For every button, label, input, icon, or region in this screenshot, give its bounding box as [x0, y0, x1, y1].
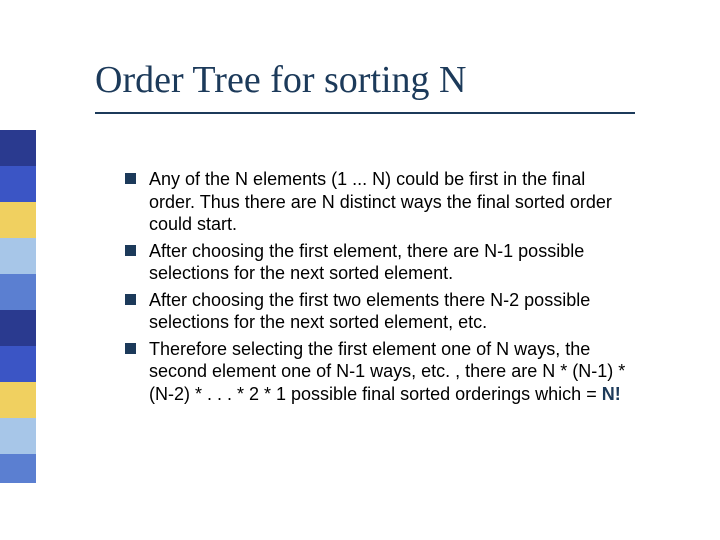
square-bullet-icon — [125, 294, 136, 305]
sidebar-block — [0, 166, 36, 202]
list-item: Any of the N elements (1 ... N) could be… — [125, 168, 635, 236]
list-item: After choosing the first two elements th… — [125, 289, 635, 334]
slide-title: Order Tree for sorting N — [95, 58, 467, 102]
square-bullet-icon — [125, 245, 136, 256]
sidebar-block — [0, 382, 36, 418]
list-item-text: Therefore selecting the first element on… — [149, 339, 625, 404]
sidebar-decoration — [0, 130, 36, 483]
square-bullet-icon — [125, 343, 136, 354]
list-item-text: Any of the N elements (1 ... N) could be… — [149, 169, 612, 234]
square-bullet-icon — [125, 173, 136, 184]
list-item: After choosing the first element, there … — [125, 240, 635, 285]
list-item: Therefore selecting the first element on… — [125, 338, 635, 406]
highlight-text: N! — [602, 384, 621, 404]
slide: Order Tree for sorting N Any of the N el… — [0, 0, 720, 540]
sidebar-block — [0, 130, 36, 166]
sidebar-block — [0, 310, 36, 346]
sidebar-block — [0, 238, 36, 274]
sidebar-block — [0, 346, 36, 382]
sidebar-block — [0, 202, 36, 238]
bullet-list: Any of the N elements (1 ... N) could be… — [125, 168, 635, 405]
title-underline — [95, 112, 635, 114]
list-item-text: After choosing the first element, there … — [149, 241, 584, 284]
sidebar-block — [0, 418, 36, 454]
sidebar-block — [0, 454, 36, 483]
body-content: Any of the N elements (1 ... N) could be… — [125, 168, 635, 409]
sidebar-block — [0, 274, 36, 310]
list-item-text: After choosing the first two elements th… — [149, 290, 590, 333]
